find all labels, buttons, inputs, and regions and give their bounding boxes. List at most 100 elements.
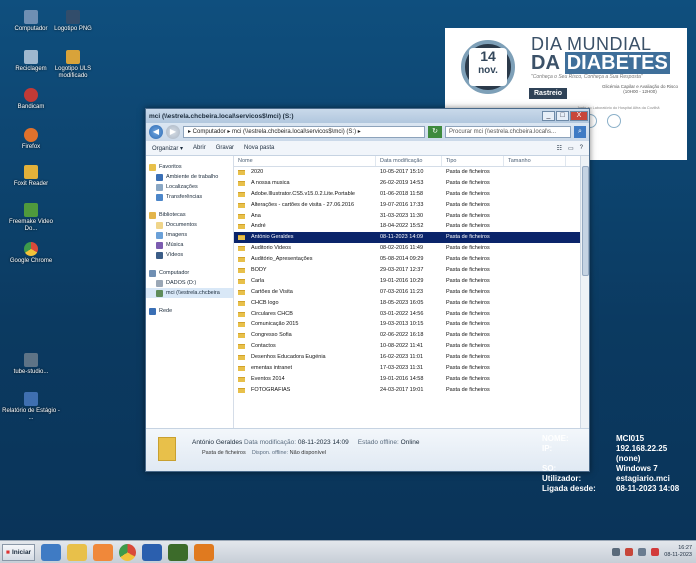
calendar-icon: 14 nov. — [469, 48, 507, 86]
table-row[interactable]: Cartões de Visita 07-03-2016 11:23 Pasta d… — [234, 287, 589, 298]
nav-computer[interactable]: Computador — [146, 268, 233, 278]
file-name-cell: André — [234, 221, 376, 232]
table-row[interactable]: Auditório_Apresentações 05-08-2014 09:29 P… — [234, 254, 589, 265]
vertical-scrollbar[interactable] — [580, 156, 589, 428]
banner-tagline: "Conheça o Seu Risco, Conheça a Sua Resp… — [531, 74, 643, 80]
column-date[interactable]: Data modificação — [376, 156, 442, 166]
table-row[interactable]: A nossa musica 26-02-2019 14:53 Pasta de f… — [234, 178, 589, 189]
taskbar-chrome-icon[interactable] — [119, 543, 137, 561]
table-row[interactable]: Carla 19-01-2016 10:29 Pasta de ficheiros — [234, 276, 589, 287]
explorer-window: mci (\\estrela.chcbeira.local\servicos$\… — [145, 108, 590, 472]
nav-libraries[interactable]: Bibliotecas — [146, 210, 233, 220]
maximize-button[interactable]: □ — [556, 111, 569, 121]
file-name-cell: Carla — [234, 276, 376, 287]
banner-title-line2: DA DIABETES — [531, 52, 670, 74]
table-row[interactable]: Circulares CHCB 03-01-2022 14:56 Pasta de … — [234, 309, 589, 320]
close-button[interactable]: X — [570, 111, 588, 121]
search-icon[interactable]: ⌕ — [574, 126, 586, 138]
nav-music[interactable]: Música — [146, 240, 233, 250]
tray-arrow-icon[interactable] — [612, 548, 621, 556]
file-type-cell: Pasta de ficheiros — [446, 267, 490, 274]
application-icon — [24, 353, 38, 367]
start-button[interactable]: ■ Iniciar — [2, 543, 36, 561]
table-row[interactable]: Congresso Sofia 02-06-2022 16:18 Pasta de … — [234, 330, 589, 341]
scrollbar-thumb[interactable] — [582, 166, 589, 276]
table-row[interactable]: Auditorio Videos 08-02-2016 11:49 Pasta de… — [234, 243, 589, 254]
tray-flag-icon[interactable] — [625, 548, 634, 556]
file-type-cell: Pasta de ficheiros — [446, 179, 490, 186]
table-row[interactable]: António Geraldes 08-11-2023 14:09 Pasta de… — [234, 232, 589, 244]
burn-button[interactable]: Gravar — [216, 145, 234, 151]
desktop-icon-firefox[interactable]: Firefox — [2, 128, 60, 151]
column-size[interactable]: Tamanho — [504, 156, 566, 166]
organize-button[interactable]: Organizar ▾ — [152, 145, 183, 152]
logo-icon — [607, 114, 621, 128]
open-button[interactable]: Abrir — [193, 145, 206, 151]
minimize-button[interactable]: _ — [542, 111, 555, 121]
table-row[interactable]: Ana 31-03-2023 11:30 Pasta de ficheiros — [234, 211, 589, 222]
address-bar[interactable]: ▸ Computador ▸ mci (\\estrela.chcbeira.l… — [183, 126, 425, 138]
help-icon[interactable]: ? — [580, 145, 583, 152]
desktop-icon-logo-png[interactable]: Logotipo PNG — [44, 10, 102, 33]
nav-documents[interactable]: Documentos — [146, 220, 233, 230]
nav-videos[interactable]: Vídeos — [146, 250, 233, 260]
nav-recent-places[interactable]: Localizações — [146, 182, 233, 192]
desktop-icon-bandicam[interactable]: Bandicam — [2, 88, 60, 111]
column-type[interactable]: Tipo — [442, 156, 504, 166]
nav-network-drive-s[interactable]: mci (\\estrela.chcbeira — [146, 288, 233, 298]
taskbar-fireworks-icon[interactable] — [168, 543, 189, 561]
chrome-icon — [24, 242, 38, 256]
nav-favorites[interactable]: Favoritos — [146, 162, 233, 172]
taskbar-word-icon[interactable] — [142, 543, 163, 561]
desktop-icon-foxit[interactable]: Foxit Reader — [2, 165, 60, 188]
folder-icon — [238, 300, 245, 306]
system-info: NOME: MCI015 IP: 192.168.22.25 (none) SO: W… — [542, 434, 680, 493]
table-row[interactable]: Alterações - cartões de visita - 27.06.2… — [234, 200, 589, 211]
preview-pane-icon[interactable]: ▭ — [568, 145, 574, 152]
taskbar-illustrator-icon[interactable] — [194, 543, 215, 561]
table-row[interactable]: Contactos 10-08-2022 11:41 Pasta de fichei… — [234, 341, 589, 352]
table-row[interactable]: Desenhos Educadora Eugénia 16-02-2023 11:… — [234, 352, 589, 363]
file-type-cell: Pasta de ficheiros — [446, 288, 490, 295]
desktop-icon-tube-studio[interactable]: tube-studio... — [2, 353, 60, 376]
desktop-icon-chrome[interactable]: Google Chrome — [2, 242, 60, 265]
nav-pictures[interactable]: Imagens — [146, 230, 233, 240]
back-button[interactable]: ◀ — [149, 125, 163, 139]
table-row[interactable]: Eventos 2014 19-01-2016 14:58 Pasta de fic… — [234, 374, 589, 385]
file-size-cell — [504, 287, 566, 298]
window-titlebar[interactable]: mci (\\estrela.chcbeira.local\servicos$\… — [146, 109, 589, 123]
column-name[interactable]: Nome — [234, 156, 376, 166]
table-row[interactable]: Comunicação 2015 19-03-2013 10:15 Pasta de… — [234, 319, 589, 330]
view-options-icon[interactable]: ☷ — [557, 145, 562, 152]
table-row[interactable]: André 18-04-2022 15:52 Pasta de ficheiros — [234, 221, 589, 232]
desktop-icon-logo-uls[interactable]: Logotipo ULS modificado — [44, 50, 102, 80]
file-size-cell — [504, 167, 566, 178]
file-date-cell: 02-06-2022 16:18 — [380, 332, 424, 339]
clock[interactable]: 16:27 08-11-2023 — [664, 545, 692, 559]
refresh-button[interactable]: ↻ — [428, 126, 442, 138]
desktop-icon-relatorio[interactable]: Relatório de Estágio - ... — [2, 392, 60, 422]
taskbar-media-icon[interactable] — [93, 543, 114, 561]
table-row[interactable]: CHCB logo 18-05-2023 16:05 Pasta de fichei… — [234, 298, 589, 309]
file-type-cell: Pasta de ficheiros — [446, 332, 490, 339]
banner-month: nov. — [478, 65, 498, 76]
nav-desktop[interactable]: Ambiente de trabalho — [146, 172, 233, 182]
table-row[interactable]: 2020 10-05-2017 15:10 Pasta de ficheiros — [234, 167, 589, 178]
tray-network-icon[interactable] — [638, 548, 647, 556]
search-input[interactable]: Procurar mci (\\estrela.chcbeira.local\s… — [445, 126, 571, 138]
new-folder-button[interactable]: Nova pasta — [244, 145, 274, 151]
taskbar-ie-icon[interactable] — [41, 543, 62, 561]
nav-network[interactable]: Rede — [146, 306, 233, 316]
desktop-icon-freemake[interactable]: Freemake Video Do... — [2, 203, 60, 233]
table-row[interactable]: ementas intranet 17-03-2023 11:31 Pasta de… — [234, 363, 589, 374]
table-row[interactable]: Adobe.Illustrator.CS5.v15.0.2.Lite.Porta… — [234, 189, 589, 200]
nav-drive-d[interactable]: DADOS (D:) — [146, 278, 233, 288]
file-type-cell: Pasta de ficheiros — [446, 277, 490, 284]
taskbar-explorer-icon[interactable] — [67, 543, 88, 561]
tray-volume-icon[interactable] — [651, 548, 660, 556]
nav-downloads[interactable]: Transferências — [146, 192, 233, 202]
table-row[interactable]: BODY 29-03-2017 12:37 Pasta de ficheiros — [234, 265, 589, 276]
table-row[interactable]: FOTOGRAFIAS 24-03-2017 19:01 Pasta de fich… — [234, 385, 589, 396]
file-name-cell: Circulares CHCB — [234, 309, 376, 320]
forward-button[interactable]: ▶ — [166, 125, 180, 139]
